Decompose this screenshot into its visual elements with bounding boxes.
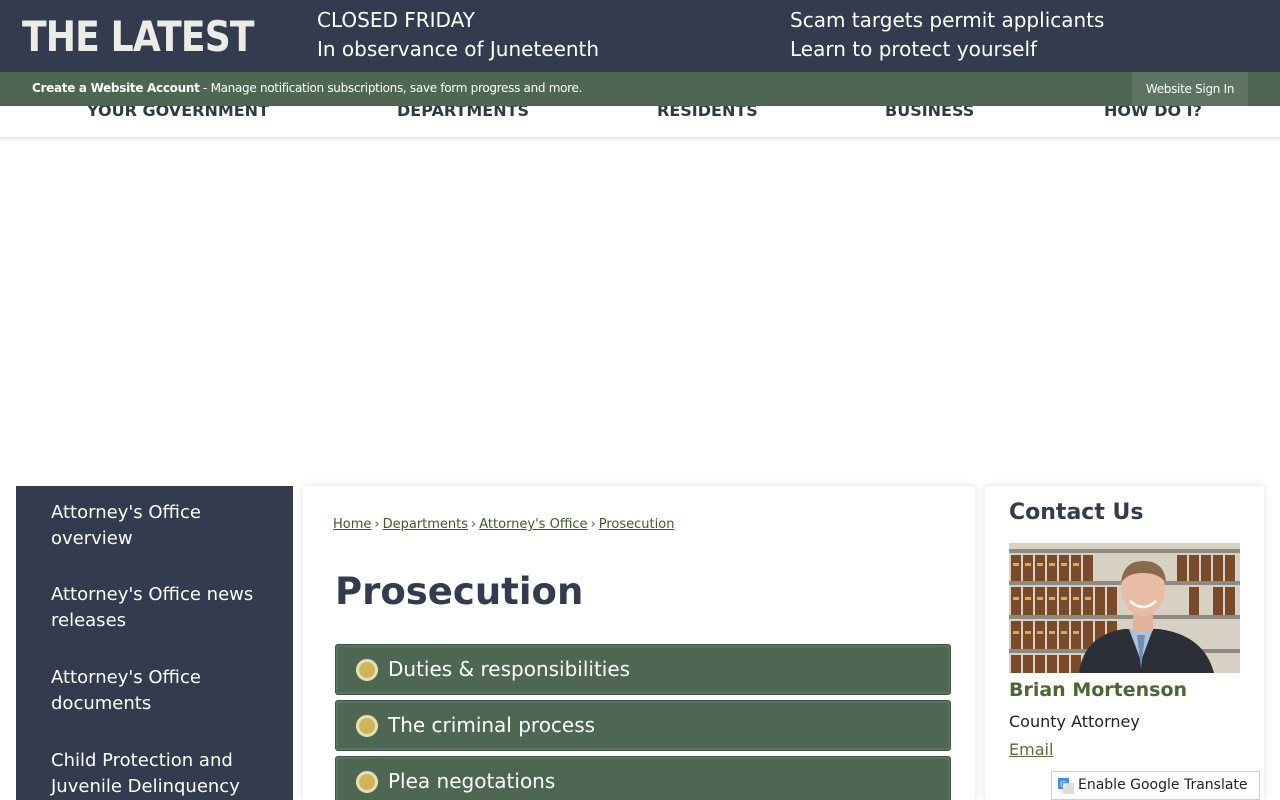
main-nav: YOUR GOVERNMENT DEPARTMENTS RESIDENTS BU… [0, 106, 1280, 138]
news-subtitle: Learn to protect yourself [790, 37, 1038, 61]
accordion-toggle-icon [356, 659, 378, 681]
google-translate-button[interactable]: G Enable Google Translate [1051, 771, 1260, 800]
nav-business[interactable]: BUSINESS [885, 106, 974, 120]
news-item-closed-friday[interactable]: CLOSED FRIDAY In observance of Juneteent… [317, 6, 599, 64]
accordion-toggle-icon [356, 771, 378, 793]
accordion-label: Plea negotations [388, 769, 556, 793]
accordion-label: The criminal process [388, 713, 596, 737]
news-title: CLOSED FRIDAY [317, 8, 475, 32]
accordion-label: Duties & responsibilities [388, 657, 631, 681]
news-title: Scam targets permit applicants [790, 8, 1105, 32]
create-account-link[interactable]: Create a Website Account [32, 81, 200, 95]
google-translate-label: Enable Google Translate [1078, 777, 1248, 793]
breadcrumb-departments[interactable]: Departments [383, 517, 468, 532]
nav-departments[interactable]: DEPARTMENTS [397, 106, 529, 120]
sidebar: Attorney's Office overview Attorney's Of… [16, 486, 293, 800]
page-title: Prosecution [335, 570, 584, 613]
sidebar-item-documents[interactable]: Attorney's Office documents [51, 665, 261, 717]
sidebar-item-news-releases[interactable]: Attorney's Office news releases [51, 582, 261, 634]
contact-card: Contact Us Brian Mortenson County Attorn… [985, 486, 1264, 800]
sidebar-item-child-protection[interactable]: Child Protection and Juvenile Delinquenc… [51, 748, 276, 800]
accordion-toggle-icon [356, 715, 378, 737]
sidebar-item-overview[interactable]: Attorney's Office overview [51, 500, 261, 552]
nav-how-do-i[interactable]: HOW DO I? [1104, 106, 1202, 120]
breadcrumb-separator: › [590, 517, 596, 532]
top-banner: THE LATEST CLOSED FRIDAY In observance o… [0, 0, 1280, 72]
news-subtitle: In observance of Juneteenth [317, 37, 600, 61]
breadcrumb-prosecution[interactable]: Prosecution [599, 517, 675, 532]
accordion-plea-negotiations[interactable]: Plea negotations [335, 756, 951, 800]
breadcrumb-home[interactable]: Home [333, 517, 371, 532]
contact-email-link[interactable]: Email [1009, 740, 1053, 759]
breadcrumb: Home › Departments › Attorney's Office › Prose… [333, 517, 674, 532]
contact-name: Brian Mortenson [1009, 679, 1188, 701]
contact-role: County Attorney [1009, 712, 1140, 731]
google-translate-icon: G [1058, 778, 1074, 794]
breadcrumb-separator: › [471, 517, 477, 532]
contact-title: Contact Us [1009, 500, 1144, 525]
main-content: Home › Departments › Attorney's Office › Prose… [303, 486, 975, 800]
account-description: - Manage notification subscriptions, sav… [199, 81, 583, 95]
svg-text:G: G [1060, 780, 1066, 789]
accordion-duties[interactable]: Duties & responsibilities [335, 644, 951, 695]
contact-photo [1009, 543, 1240, 673]
brand-heading: THE LATEST [22, 12, 255, 61]
contact-photo-image [1009, 543, 1240, 673]
breadcrumb-attorneys-office[interactable]: Attorney's Office [479, 517, 587, 532]
breadcrumb-separator: › [374, 517, 380, 532]
accordion-criminal-process[interactable]: The criminal process [335, 700, 951, 751]
nav-your-government[interactable]: YOUR GOVERNMENT [87, 106, 269, 120]
account-bar-text: Create a Website Account - Manage notifi… [32, 81, 582, 95]
news-item-scam[interactable]: Scam targets permit applicants Learn to … [790, 6, 1104, 64]
account-bar: Create a Website Account - Manage notifi… [0, 72, 1280, 106]
sign-in-button[interactable]: Website Sign In [1132, 72, 1248, 106]
nav-residents[interactable]: RESIDENTS [657, 106, 758, 120]
